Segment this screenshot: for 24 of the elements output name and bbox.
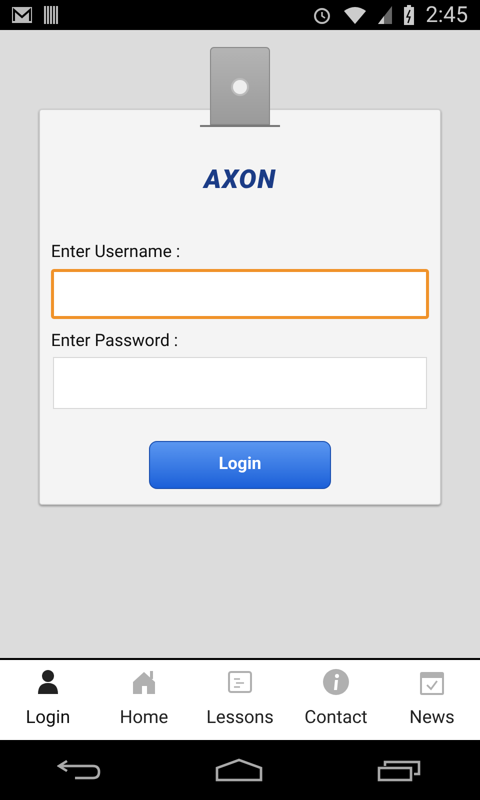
input-field[interactable]	[51, 268, 429, 318]
document-icon	[226, 668, 254, 696]
wifi-icon	[344, 6, 366, 24]
logo: AXON	[204, 164, 276, 196]
home-icon	[130, 668, 158, 696]
login-button[interactable]: Login	[149, 441, 331, 489]
alarm-icon	[312, 5, 332, 25]
recent-apps-icon[interactable]	[377, 758, 423, 782]
clock-time: 2:45	[426, 2, 468, 30]
tab[interactable]: News	[384, 660, 480, 740]
signal-icon	[378, 6, 392, 24]
back-icon[interactable]	[57, 758, 101, 782]
tab[interactable]: Login	[0, 660, 96, 740]
field-label: Enter Username :	[51, 241, 182, 264]
tab[interactable]: Home	[96, 660, 192, 740]
home-icon[interactable]	[215, 758, 263, 782]
info-icon	[322, 668, 350, 696]
field-label: Enter Password :	[51, 330, 180, 352]
battery-icon	[404, 5, 414, 25]
mail-icon	[12, 7, 32, 23]
input-field[interactable]	[53, 357, 427, 409]
barcode-icon	[44, 6, 58, 24]
tab[interactable]: Contact	[288, 660, 384, 740]
tab[interactable]: Lessons	[192, 660, 288, 740]
